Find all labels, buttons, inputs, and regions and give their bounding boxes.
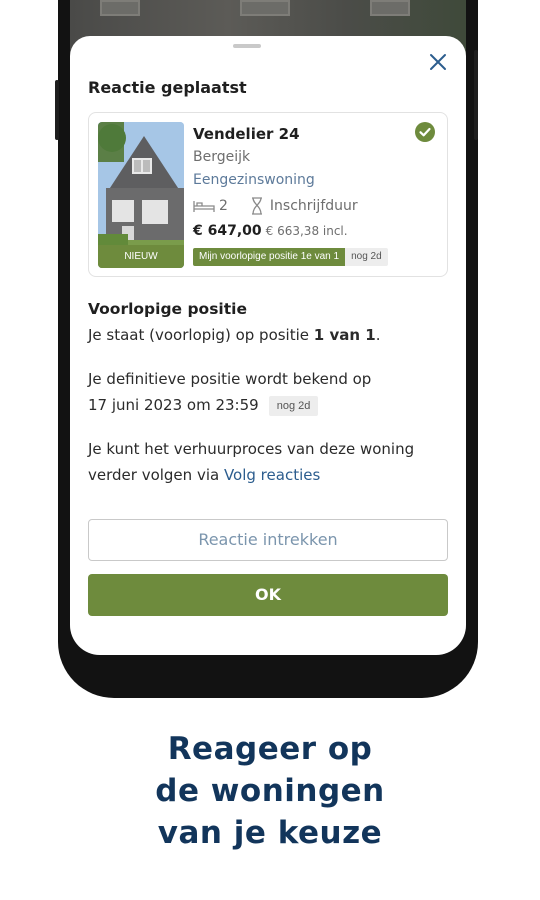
position-value: 1 van 1 (313, 326, 376, 344)
phone-side-button (474, 50, 478, 140)
listing-street: Vendelier 24 (193, 125, 300, 143)
background-window (240, 0, 290, 16)
time-left-badge: nog 2d (345, 248, 388, 266)
listing-features: 2 Inschrijfduur (193, 197, 358, 215)
bed-icon (193, 201, 215, 212)
listing-price: € 647,00 (193, 223, 262, 239)
sheet-title: Reactie geplaatst (88, 78, 247, 97)
reaction-sheet: Reactie geplaatst NIEUW Vendelier 24 Ber… (70, 36, 466, 655)
listing-photo: NIEUW (98, 122, 184, 268)
final-position-line: Je definitieve positie wordt bekend op (88, 370, 372, 388)
position-line: Je staat (voorlopig) op positie 1 van 1. (88, 322, 448, 348)
allocation-criterion: Inschrijfduur (269, 198, 358, 214)
final-position-date: 17 juni 2023 om 23:59 (88, 396, 259, 414)
final-position-date-row: 17 juni 2023 om 23:59 nog 2d (88, 392, 448, 418)
promo-caption: Reageer op de woningen van je keuze (0, 728, 540, 854)
listing-city: Bergeijk (193, 149, 251, 165)
listing-card[interactable]: NIEUW Vendelier 24 Bergeijk Eengezinswon… (88, 112, 448, 277)
position-suffix: . (375, 326, 381, 344)
hourglass-icon (251, 197, 262, 215)
caption-line: Reageer op (167, 731, 373, 767)
listing-type: Eengezinswoning (193, 172, 315, 188)
drag-handle[interactable] (233, 44, 261, 48)
ok-button[interactable]: OK (88, 574, 448, 616)
position-heading: Voorlopige positie (88, 300, 247, 318)
position-text: Je staat (voorlopig) op positie (88, 326, 314, 344)
price-row: € 647,00 € 663,38 incl. (193, 223, 348, 239)
new-tag: NIEUW (98, 245, 184, 268)
listing-price-incl: € 663,38 incl. (265, 224, 348, 238)
background-window (100, 0, 140, 16)
time-left-badge: nog 2d (268, 395, 319, 416)
position-badge: Mijn voorlopige positie 1e van 1 (193, 248, 346, 266)
check-circle-icon (415, 122, 435, 142)
background-window (370, 0, 410, 16)
final-position-text: Je definitieve positie wordt bekend op 1… (88, 366, 448, 418)
follow-process-text: Je kunt het verhuurproces van deze wonin… (88, 436, 448, 488)
caption-line: van je keuze (157, 815, 383, 851)
follow-reactions-link[interactable]: Volg reacties (224, 466, 320, 484)
phone-side-button (55, 80, 59, 140)
close-icon (430, 54, 446, 70)
position-row: Mijn voorlopige positie 1e van 1 nog 2d (193, 248, 388, 266)
close-button[interactable] (426, 50, 450, 74)
bedroom-count: 2 (219, 198, 228, 214)
withdraw-reaction-button[interactable]: Reactie intrekken (88, 519, 448, 561)
caption-line: de woningen (155, 773, 385, 809)
